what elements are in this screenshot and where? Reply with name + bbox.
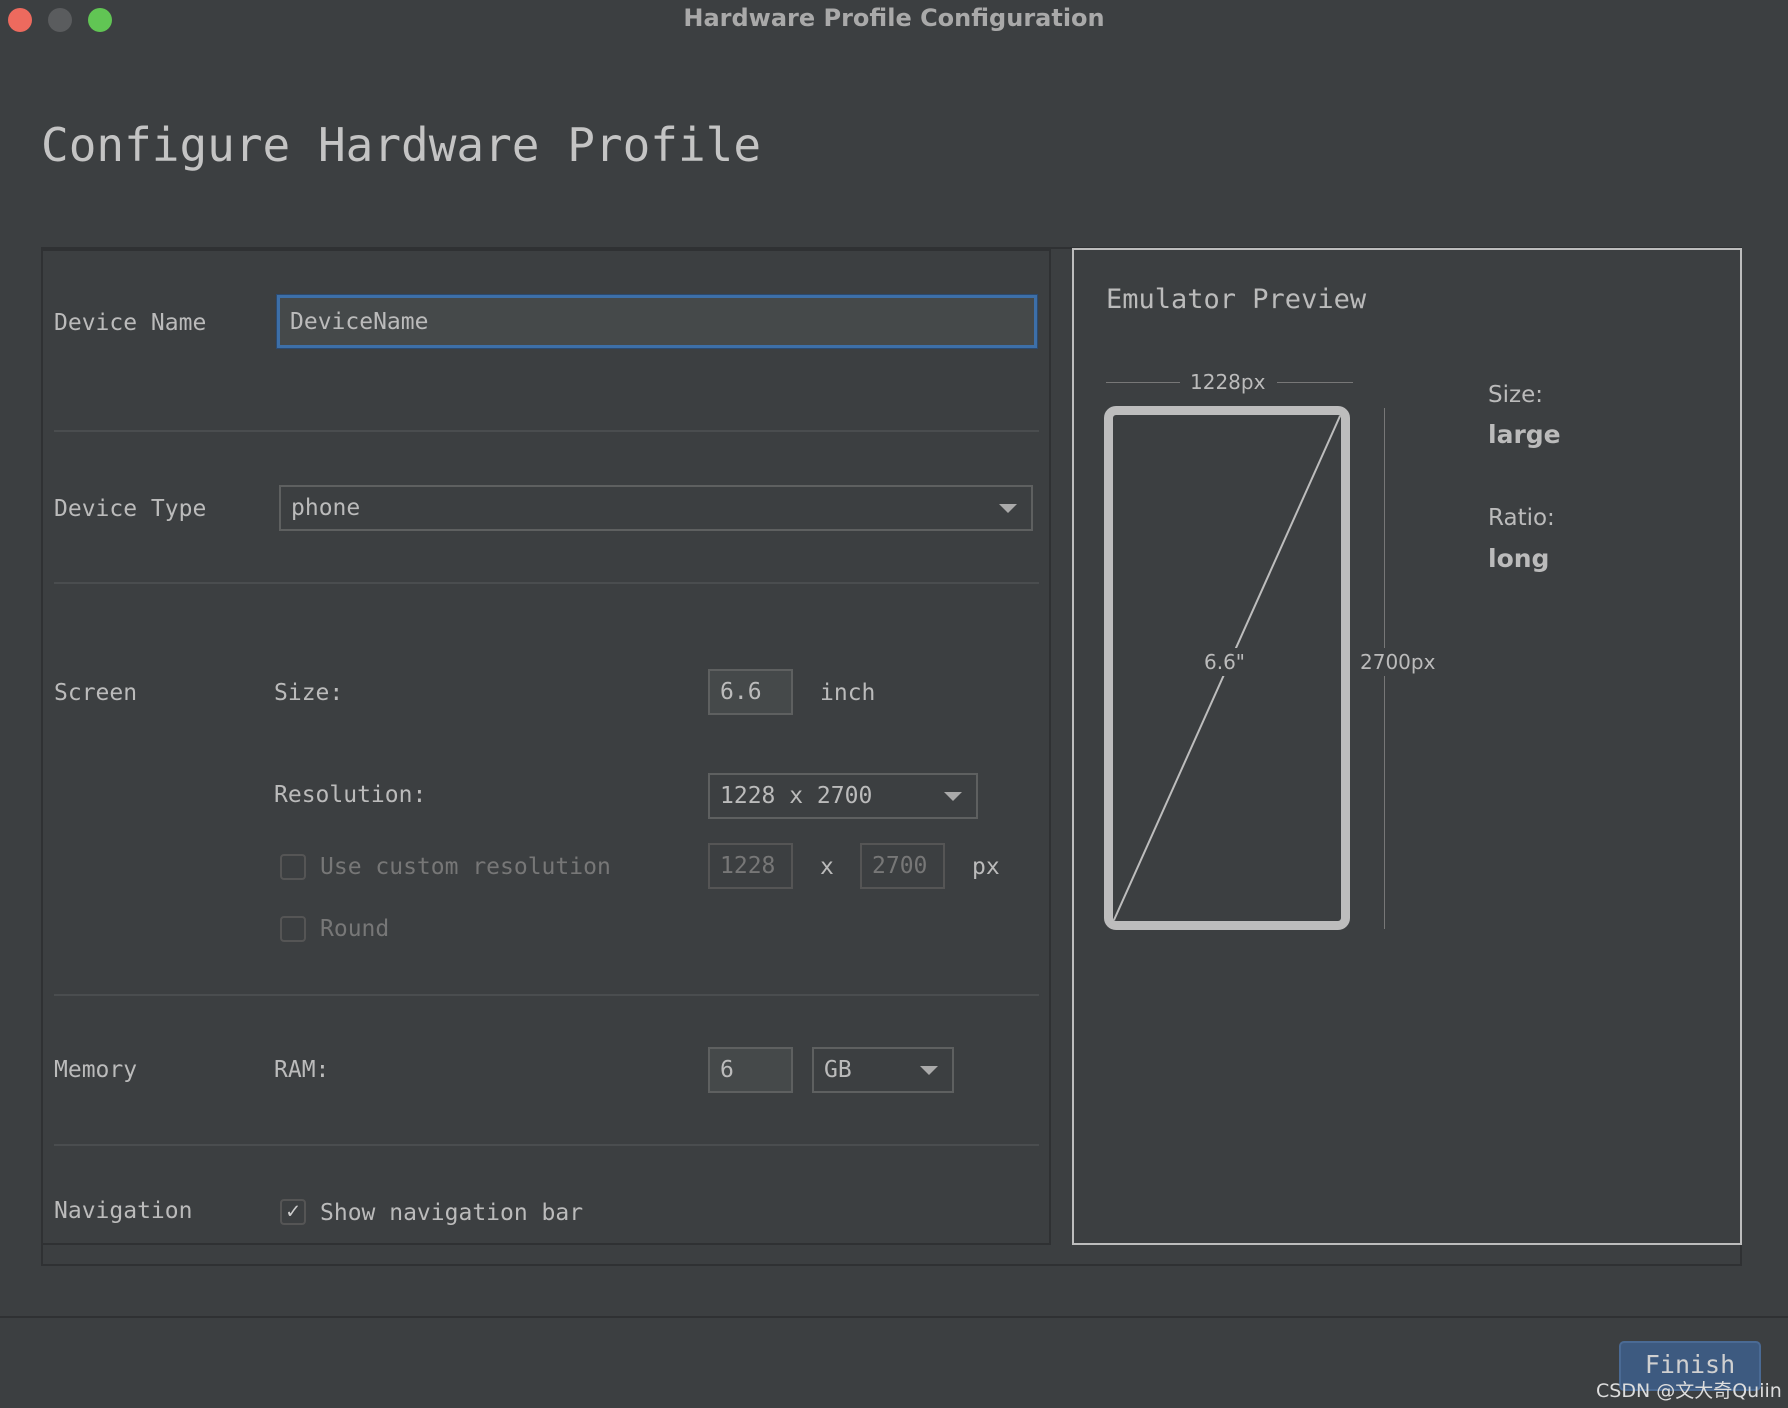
size-value: large bbox=[1488, 420, 1561, 449]
form-panel bbox=[41, 247, 1051, 1245]
height-label: 2700px bbox=[1360, 648, 1436, 676]
custom-unit-label: px bbox=[972, 854, 1000, 880]
show-nav-checkbox[interactable]: ✓ bbox=[280, 1199, 306, 1225]
width-line-right bbox=[1277, 382, 1353, 383]
divider bbox=[54, 430, 1039, 432]
custom-height-input[interactable]: 2700 bbox=[860, 843, 945, 889]
show-nav-label: Show navigation bar bbox=[320, 1200, 584, 1226]
divider bbox=[54, 994, 1039, 996]
resolution-select[interactable]: 1228 x 2700 bbox=[708, 773, 978, 819]
round-checkbox[interactable] bbox=[280, 916, 306, 942]
chevron-down-icon bbox=[999, 504, 1017, 513]
device-type-label: Device Type bbox=[54, 496, 207, 522]
ram-label: RAM: bbox=[274, 1057, 330, 1083]
preview-title: Emulator Preview bbox=[1106, 284, 1367, 315]
device-name-input[interactable]: DeviceName bbox=[277, 295, 1037, 348]
divider bbox=[54, 1144, 1039, 1146]
checkmark-icon: ✓ bbox=[286, 1199, 300, 1224]
width-label: 1228px bbox=[1190, 370, 1266, 394]
navigation-label: Navigation bbox=[54, 1198, 193, 1224]
resolution-value: 1228 x 2700 bbox=[720, 783, 873, 809]
round-label: Round bbox=[320, 916, 390, 942]
ram-unit-value: GB bbox=[824, 1057, 852, 1083]
size-unit: inch bbox=[820, 680, 876, 706]
finish-label: Finish bbox=[1644, 1350, 1736, 1379]
width-line-left bbox=[1106, 382, 1180, 383]
window-title: Hardware Profile Configuration bbox=[683, 4, 1105, 32]
custom-resolution-label: Use custom resolution bbox=[320, 854, 611, 880]
custom-resolution-checkbox[interactable] bbox=[280, 854, 306, 880]
page-title: Configure Hardware Profile bbox=[41, 118, 762, 172]
footer-separator bbox=[0, 1316, 1788, 1318]
memory-label: Memory bbox=[54, 1057, 138, 1083]
ratio-caption: Ratio: bbox=[1488, 505, 1555, 531]
custom-width-input[interactable]: 1228 bbox=[708, 843, 793, 889]
divider bbox=[54, 582, 1039, 584]
ratio-value: long bbox=[1488, 544, 1550, 573]
resolution-label: Resolution: bbox=[274, 782, 427, 808]
screen-size-input[interactable]: 6.6 bbox=[708, 669, 793, 715]
chevron-down-icon bbox=[944, 792, 962, 801]
size-label: Size: bbox=[274, 680, 344, 706]
size-caption: Size: bbox=[1488, 382, 1543, 408]
screen-label: Screen bbox=[54, 680, 138, 706]
device-type-select[interactable]: phone bbox=[279, 485, 1033, 531]
device-name-label: Device Name bbox=[54, 310, 207, 336]
watermark: CSDN @文大奇Quiin bbox=[1596, 1380, 1782, 1402]
device-type-value: phone bbox=[291, 495, 361, 521]
ram-input[interactable]: 6 bbox=[708, 1047, 793, 1093]
diagonal-label: 6.6" bbox=[1200, 648, 1250, 676]
chevron-down-icon bbox=[920, 1066, 938, 1075]
custom-x-label: x bbox=[820, 854, 834, 880]
ram-unit-select[interactable]: GB bbox=[812, 1047, 954, 1093]
